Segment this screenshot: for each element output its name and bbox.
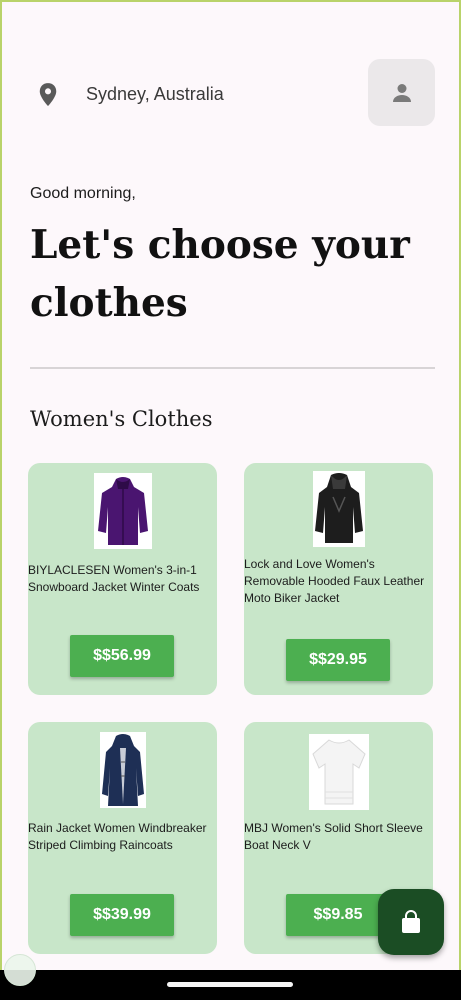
section-title: Women's Clothes [30, 407, 213, 431]
app-screen: Sydney, Australia Good morning, Let's ch… [2, 2, 459, 970]
watermark-logo-icon [4, 954, 36, 986]
product-card[interactable]: Rain Jacket Women Windbreaker Striped Cl… [28, 722, 217, 954]
product-name: Lock and Love Women's Removable Hooded F… [244, 557, 425, 605]
product-name: MBJ Women's Solid Short Sleeve Boat Neck… [244, 821, 423, 852]
cart-fab-button[interactable] [378, 889, 444, 955]
location-pin-icon [39, 83, 57, 106]
product-card[interactable]: Lock and Love Women's Removable Hooded F… [244, 463, 433, 695]
profile-button[interactable] [368, 59, 435, 126]
product-image [93, 473, 152, 549]
price-button[interactable]: $$9.85 [286, 894, 390, 936]
product-image [99, 732, 146, 808]
person-icon [392, 83, 411, 102]
product-card[interactable]: BIYLACLESEN Women's 3-in-1 Snowboard Jac… [28, 463, 217, 695]
product-name: BIYLACLESEN Women's 3-in-1 Snowboard Jac… [28, 563, 200, 594]
location-label[interactable]: Sydney, Australia [86, 84, 224, 105]
shopping-bag-icon [402, 910, 420, 933]
product-image [308, 734, 369, 810]
price-button[interactable]: $$29.95 [286, 639, 390, 681]
product-name: Rain Jacket Women Windbreaker Striped Cl… [28, 821, 207, 852]
page-title: Let's choose your clothes [30, 222, 410, 326]
product-image [312, 471, 365, 547]
price-button[interactable]: $$56.99 [70, 635, 174, 677]
price-button[interactable]: $$39.99 [70, 894, 174, 936]
divider [30, 367, 435, 369]
home-gesture-handle[interactable] [167, 982, 293, 987]
greeting-text: Good morning, [30, 185, 136, 202]
